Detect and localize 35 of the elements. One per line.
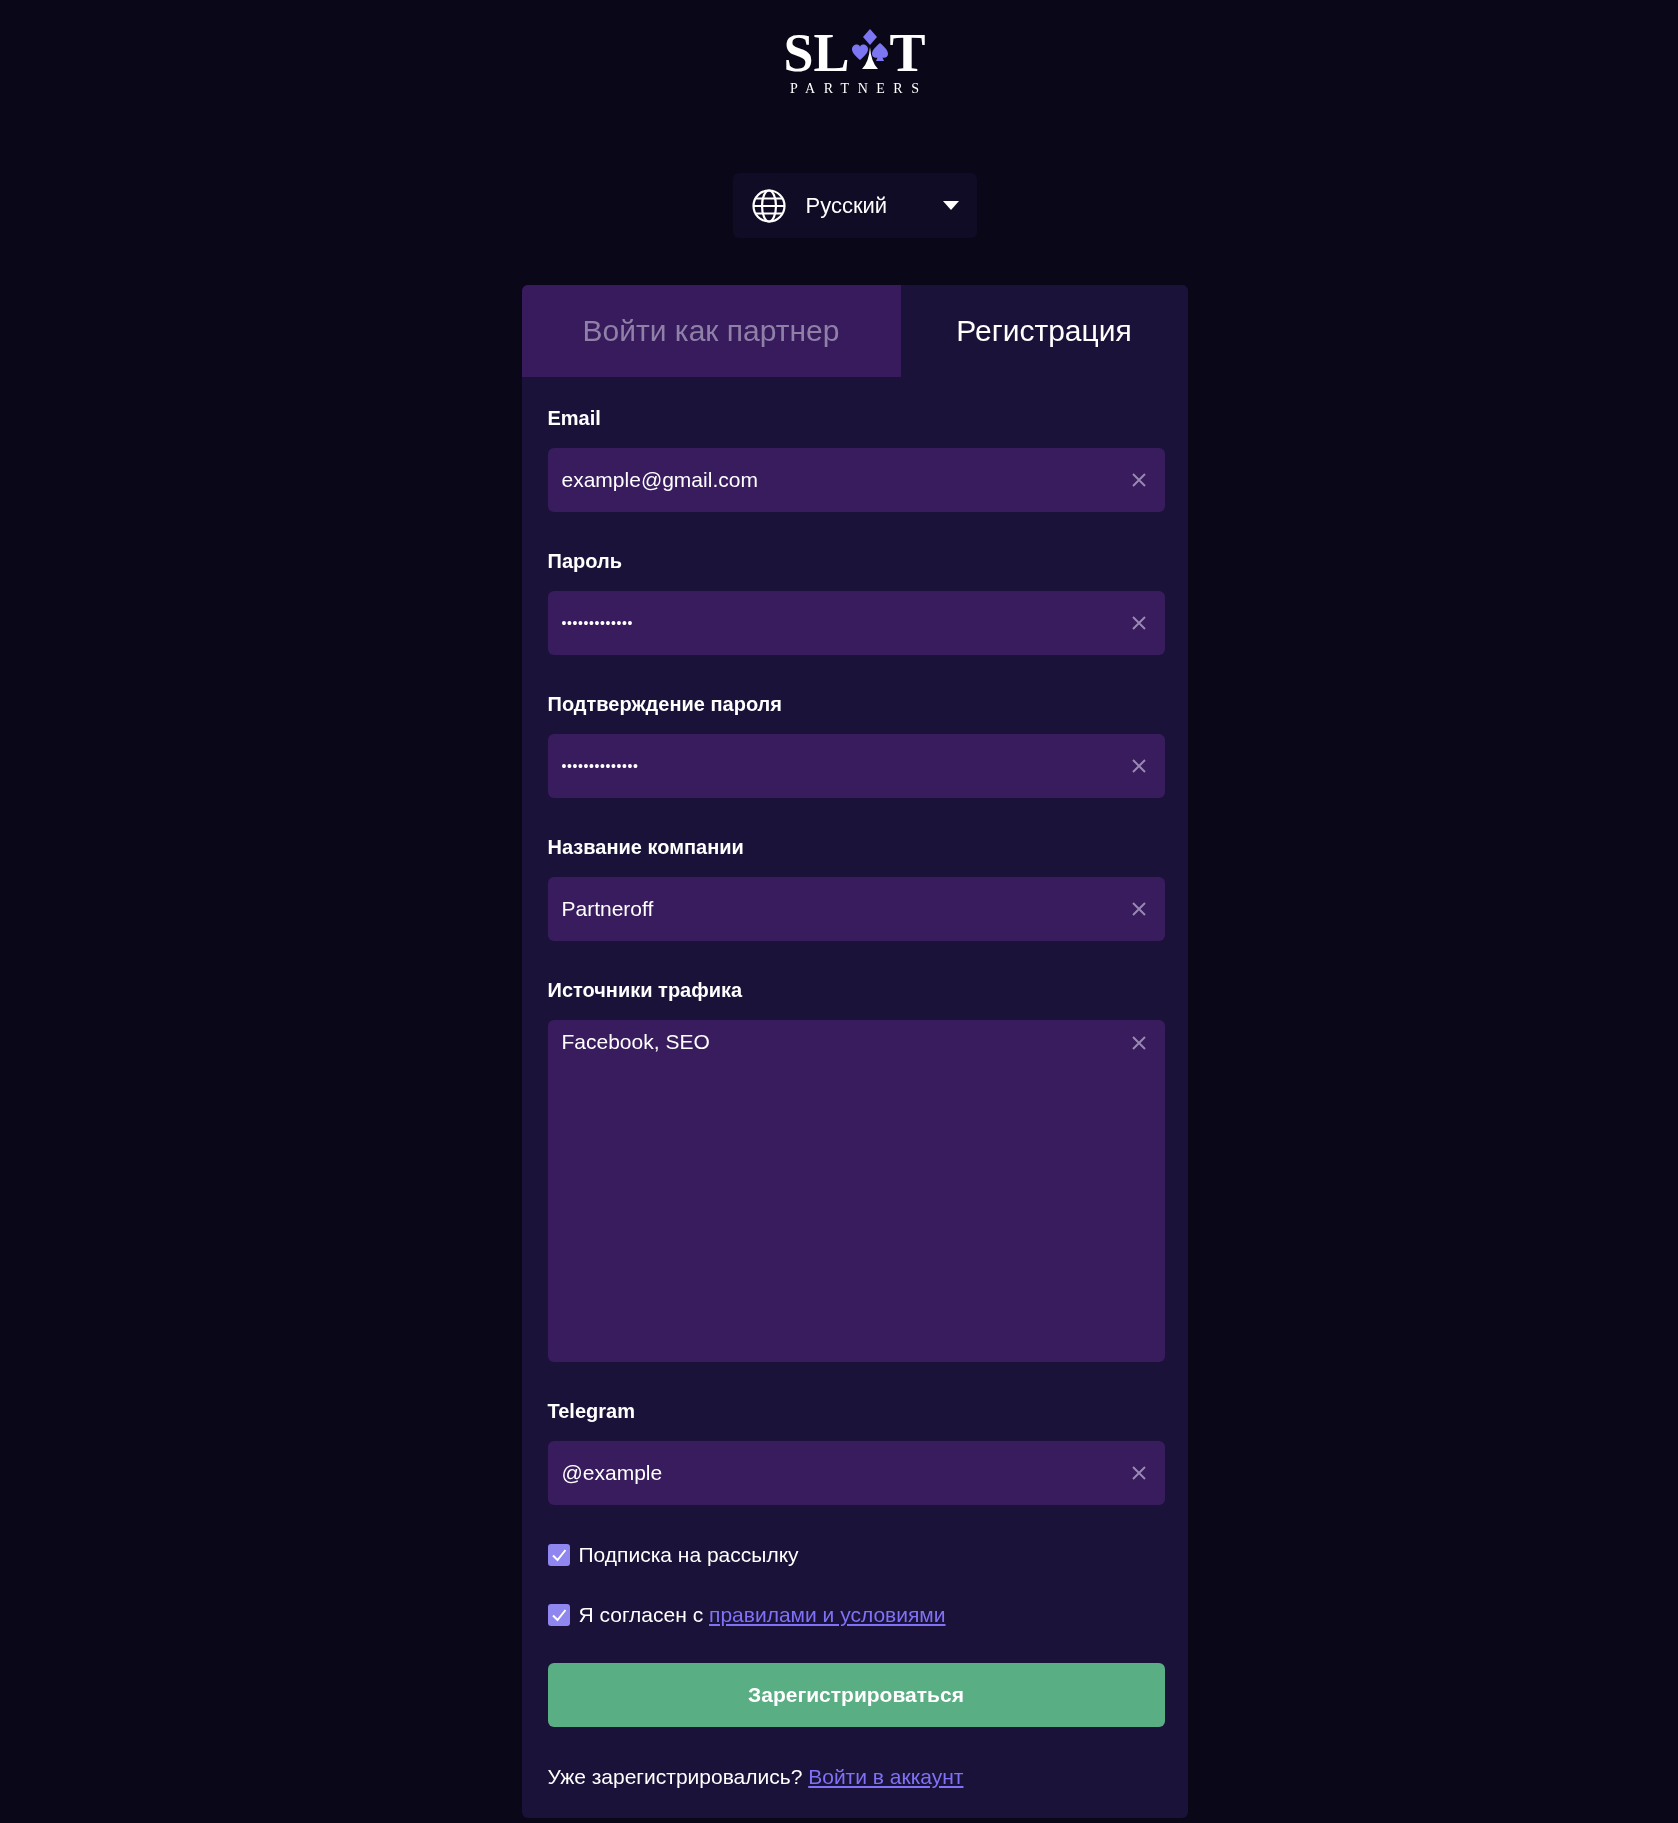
tab[interactable]: Войти как партнер xyxy=(521,285,901,377)
input-field[interactable]: @example xyxy=(547,1441,1165,1505)
password-field[interactable]: •••••••••••••• xyxy=(547,734,1165,798)
field-label: Подтверждение пароля xyxy=(547,692,782,716)
logo-tagline: PARTNERS xyxy=(790,82,928,96)
check-icon xyxy=(550,1607,567,1623)
caret-icon xyxy=(942,201,959,210)
login-link[interactable]: Войти в аккаунт xyxy=(808,1765,964,1788)
card-suits-icon xyxy=(850,28,889,70)
clear-icon[interactable] xyxy=(1131,759,1146,773)
field-label: Название компании xyxy=(547,835,744,859)
input-field[interactable]: Partneroff xyxy=(547,877,1165,941)
field-label: Источники трафика xyxy=(547,978,743,1002)
field-label: Email xyxy=(547,406,601,430)
logo-text: T xyxy=(889,26,926,80)
password-field[interactable]: ••••••••••••• xyxy=(547,591,1165,655)
field-label: Пароль xyxy=(547,549,622,573)
check-icon xyxy=(550,1547,567,1563)
logo-text: SL xyxy=(783,26,850,80)
checkbox-label: Подписка на рассылку xyxy=(578,1543,799,1567)
globe-icon xyxy=(751,188,786,223)
language-select[interactable]: Русский xyxy=(732,173,977,238)
checkbox[interactable] xyxy=(547,1604,570,1626)
clear-icon[interactable] xyxy=(1131,1036,1146,1050)
clear-icon[interactable] xyxy=(1131,902,1146,916)
checkbox-label: Я согласен с правилами и условиями xyxy=(578,1603,946,1627)
field-label: Telegram xyxy=(547,1399,635,1423)
terms-link[interactable]: правилами и условиями xyxy=(709,1603,946,1626)
textarea-field[interactable]: Facebook, SEO xyxy=(547,1020,1165,1362)
clear-icon[interactable] xyxy=(1131,1466,1146,1480)
input-field[interactable]: example@gmail.com xyxy=(547,448,1165,512)
clear-icon[interactable] xyxy=(1131,616,1146,630)
checkbox[interactable] xyxy=(547,1544,570,1566)
login-prompt: Уже зарегистрировались? Войти в аккаунт xyxy=(547,1765,964,1789)
clear-icon[interactable] xyxy=(1131,473,1146,487)
